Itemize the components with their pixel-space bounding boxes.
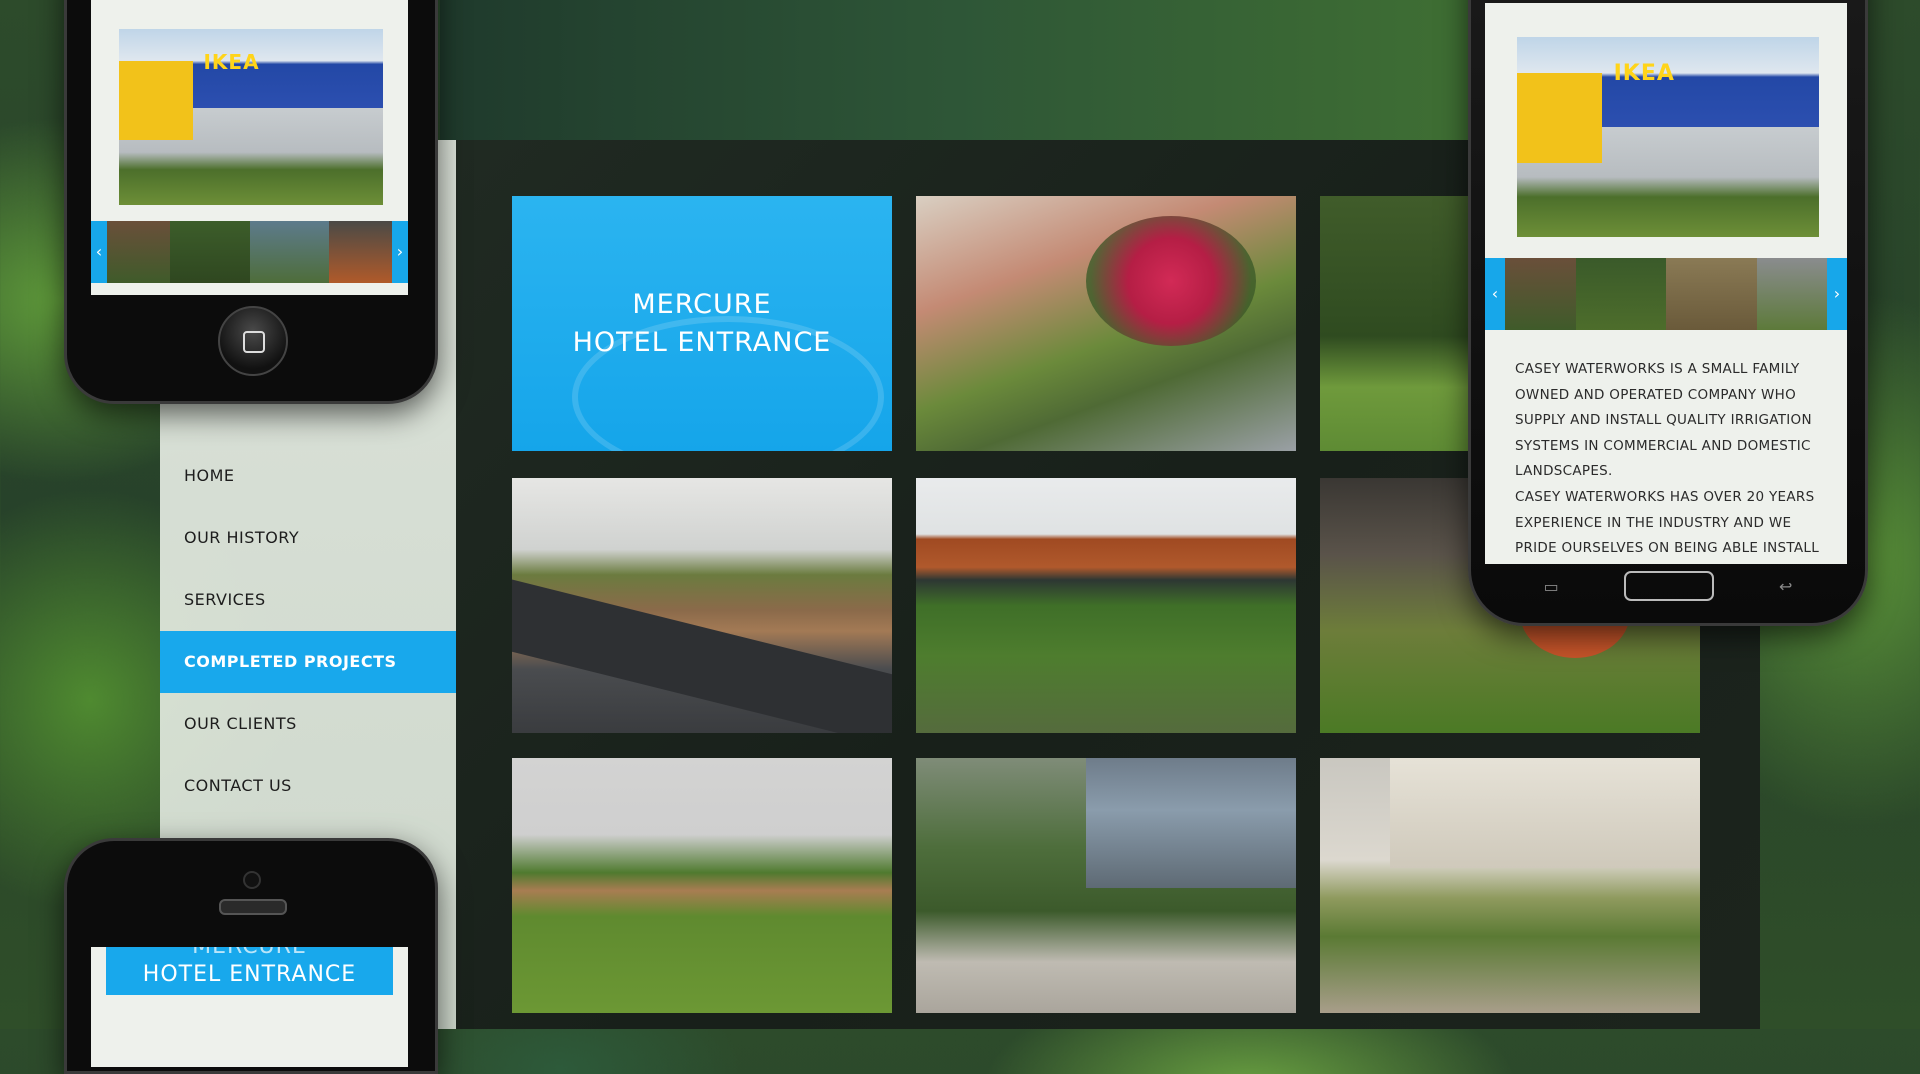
background-blur	[440, 0, 1470, 140]
nav-item-home[interactable]: HOME	[160, 445, 456, 507]
home-square-icon	[243, 331, 265, 353]
project-photo-lawn[interactable]	[512, 758, 892, 1013]
iphone-mockup-bottom: MERCURE HOTEL ENTRANCE	[64, 838, 438, 1074]
thumbnail[interactable]	[170, 221, 250, 283]
thumbnail[interactable]	[1666, 258, 1757, 330]
thumbnail[interactable]	[1575, 258, 1666, 330]
speaker-grille	[219, 899, 287, 915]
road	[512, 578, 892, 733]
android-screen: IKEA ‹ › CASEY WATERWORKS IS A SMALL FAM…	[1485, 3, 1847, 564]
main-navigation: HOME OUR HISTORY SERVICES COMPLETED PROJ…	[160, 445, 456, 817]
nav-item-our-history[interactable]: OUR HISTORY	[160, 507, 456, 569]
chevron-right-icon[interactable]: ›	[1827, 258, 1847, 330]
featured-project-tile[interactable]: MERCURE HOTEL ENTRANCE	[512, 196, 892, 451]
nav-item-completed-projects[interactable]: COMPLETED PROJECTS	[160, 631, 456, 693]
yellow-wall	[119, 60, 193, 140]
iphone-screen-bottom: MERCURE HOTEL ENTRANCE	[91, 947, 408, 1067]
ikea-sign: IKEA	[1613, 61, 1675, 86]
project-photo-timber-building[interactable]	[916, 478, 1296, 733]
home-button-icon[interactable]	[1623, 571, 1714, 601]
thumbnail-strip	[91, 221, 408, 283]
ikea-photo: IKEA	[1517, 37, 1819, 237]
glass-building	[1086, 758, 1296, 888]
iphone-screen-top: IKEA ‹ ›	[91, 0, 408, 295]
project-photo-heritage-building[interactable]	[1320, 758, 1700, 1013]
caption-line-1: MERCURE	[106, 947, 393, 961]
caption-line-2: HOTEL ENTRANCE	[142, 962, 357, 987]
camera-icon	[243, 871, 261, 889]
nav-item-contact-us[interactable]: CONTACT US	[160, 755, 456, 817]
ikea-sign: IKEA	[203, 50, 260, 75]
flowering-tree	[1086, 216, 1256, 346]
about-paragraph-2: CASEY WATERWORKS HAS OVER 20 YEARS EXPER…	[1515, 489, 1820, 556]
back-icon[interactable]: ↩	[1779, 577, 1792, 596]
about-paragraph-1: CASEY WATERWORKS IS A SMALL FAMILY OWNED…	[1515, 361, 1812, 479]
home-button-icon[interactable]	[218, 306, 288, 376]
project-caption[interactable]: MERCURE HOTEL ENTRANCE	[106, 947, 393, 995]
yellow-wall	[1517, 73, 1602, 163]
chevron-left-icon[interactable]: ‹	[1485, 258, 1505, 330]
chevron-right-icon[interactable]: ›	[392, 221, 408, 283]
ikea-photo: IKEA	[119, 29, 383, 205]
project-photo-roadway[interactable]	[512, 478, 892, 733]
iphone-mockup-top: IKEA ‹ ›	[64, 0, 438, 404]
chevron-left-icon[interactable]: ‹	[91, 221, 107, 283]
thumbnail-strip	[1485, 258, 1847, 330]
menu-icon[interactable]: ▭	[1544, 577, 1559, 596]
project-photo-garden-path[interactable]	[916, 758, 1296, 1013]
project-photo-courtyard[interactable]	[916, 196, 1296, 451]
thumbnail[interactable]	[249, 221, 329, 283]
android-mockup: IKEA ‹ › CASEY WATERWORKS IS A SMALL FAM…	[1468, 0, 1868, 626]
nav-item-services[interactable]: SERVICES	[160, 569, 456, 631]
heritage-facade	[1390, 758, 1700, 868]
nav-item-our-clients[interactable]: OUR CLIENTS	[160, 693, 456, 755]
android-nav-bar: ▭ ↩	[1511, 569, 1825, 603]
